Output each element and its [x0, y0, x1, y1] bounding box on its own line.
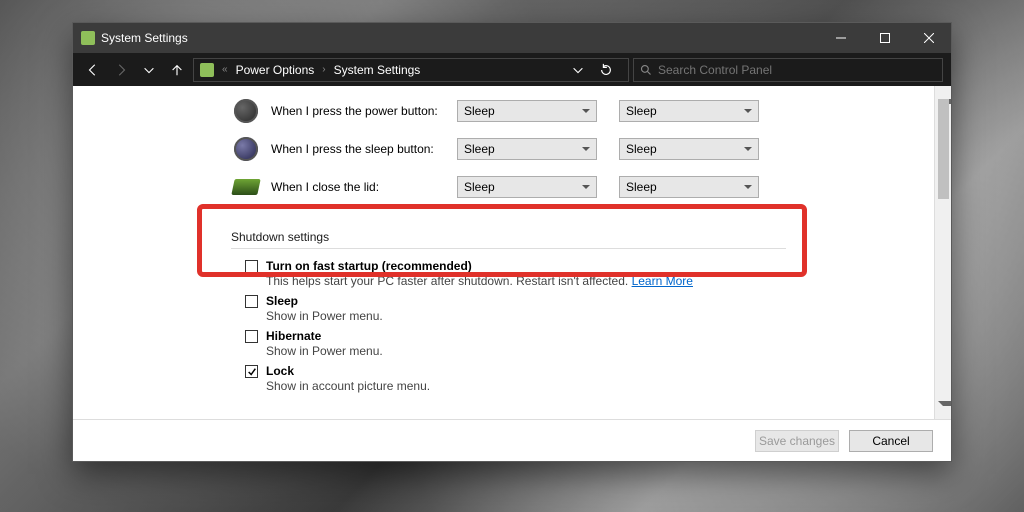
sleep-button-plugged-select[interactable]: Sleep [619, 138, 759, 160]
chevron-right-icon: › [320, 64, 327, 75]
chevron-down-icon [744, 147, 752, 155]
close-lid-label: When I close the lid: [271, 180, 447, 194]
hibernate-checkbox[interactable] [245, 330, 258, 343]
sleep-button-label: When I press the sleep button: [271, 142, 447, 156]
save-changes-button[interactable]: Save changes [755, 430, 839, 452]
close-lid-plugged-select[interactable]: Sleep [619, 176, 759, 198]
chevron-down-icon [582, 185, 590, 193]
content-area: When I press the power button: Sleep Sle… [73, 86, 951, 419]
maximize-button[interactable] [863, 23, 907, 53]
search-box[interactable] [633, 58, 943, 82]
chevron-down-icon [582, 147, 590, 155]
chevron-down-icon [744, 109, 752, 117]
titlebar: System Settings [73, 23, 951, 53]
hibernate-option-title: Hibernate [266, 329, 321, 343]
power-button-icon [231, 99, 261, 123]
up-button[interactable] [165, 58, 189, 82]
search-icon [640, 64, 652, 76]
search-input[interactable] [658, 63, 936, 77]
window-title: System Settings [101, 31, 813, 45]
fast-startup-option: Turn on fast startup (recommended) This … [245, 259, 934, 288]
breadcrumb-current[interactable]: System Settings [334, 63, 421, 77]
chevron-down-icon [582, 109, 590, 117]
fast-startup-title: Turn on fast startup (recommended) [266, 259, 472, 273]
lock-option-sub: Show in account picture menu. [266, 379, 430, 393]
forward-button[interactable] [109, 58, 133, 82]
sleep-option-sub: Show in Power menu. [266, 309, 383, 323]
fast-startup-checkbox[interactable] [245, 260, 258, 273]
power-button-label: When I press the power button: [271, 104, 447, 118]
navbar: « Power Options › System Settings [73, 53, 951, 86]
sleep-checkbox[interactable] [245, 295, 258, 308]
shutdown-settings-heading: Shutdown settings [231, 230, 934, 244]
power-button-battery-select[interactable]: Sleep [457, 100, 597, 122]
breadcrumb-dropdown[interactable] [566, 58, 590, 82]
sleep-button-icon [231, 137, 261, 161]
sleep-button-row: When I press the sleep button: Sleep Sle… [231, 130, 934, 168]
lid-icon [231, 179, 261, 195]
close-button[interactable] [907, 23, 951, 53]
breadcrumb-parent[interactable]: Power Options [236, 63, 315, 77]
chevron-down-icon [744, 185, 752, 193]
divider [231, 248, 786, 249]
fast-startup-sub: This helps start your PC faster after sh… [266, 274, 628, 288]
power-button-row: When I press the power button: Sleep Sle… [231, 92, 934, 130]
lock-option: Lock Show in account picture menu. [245, 364, 934, 393]
back-button[interactable] [81, 58, 105, 82]
hibernate-option-sub: Show in Power menu. [266, 344, 383, 358]
sleep-button-battery-select[interactable]: Sleep [457, 138, 597, 160]
app-icon [81, 31, 95, 45]
close-lid-battery-select[interactable]: Sleep [457, 176, 597, 198]
power-button-plugged-select[interactable]: Sleep [619, 100, 759, 122]
lock-option-title: Lock [266, 364, 294, 378]
sleep-option: Sleep Show in Power menu. [245, 294, 934, 323]
breadcrumb-icon [200, 63, 214, 77]
breadcrumb-prefix: « [220, 64, 230, 75]
system-settings-window: System Settings « Power Options › System… [72, 22, 952, 462]
hibernate-option: Hibernate Show in Power menu. [245, 329, 934, 358]
breadcrumb[interactable]: « Power Options › System Settings [193, 58, 629, 82]
refresh-button[interactable] [594, 58, 618, 82]
main-panel: When I press the power button: Sleep Sle… [73, 86, 934, 419]
recent-locations-button[interactable] [137, 58, 161, 82]
footer: Save changes Cancel [73, 419, 951, 461]
sleep-option-title: Sleep [266, 294, 298, 308]
minimize-button[interactable] [819, 23, 863, 53]
learn-more-link[interactable]: Learn More [632, 274, 693, 288]
vertical-scrollbar[interactable] [934, 86, 951, 419]
lock-checkbox[interactable] [245, 365, 258, 378]
cancel-button[interactable]: Cancel [849, 430, 933, 452]
close-lid-row: When I close the lid: Sleep Sleep [231, 168, 934, 206]
scrollbar-thumb[interactable] [938, 99, 949, 199]
